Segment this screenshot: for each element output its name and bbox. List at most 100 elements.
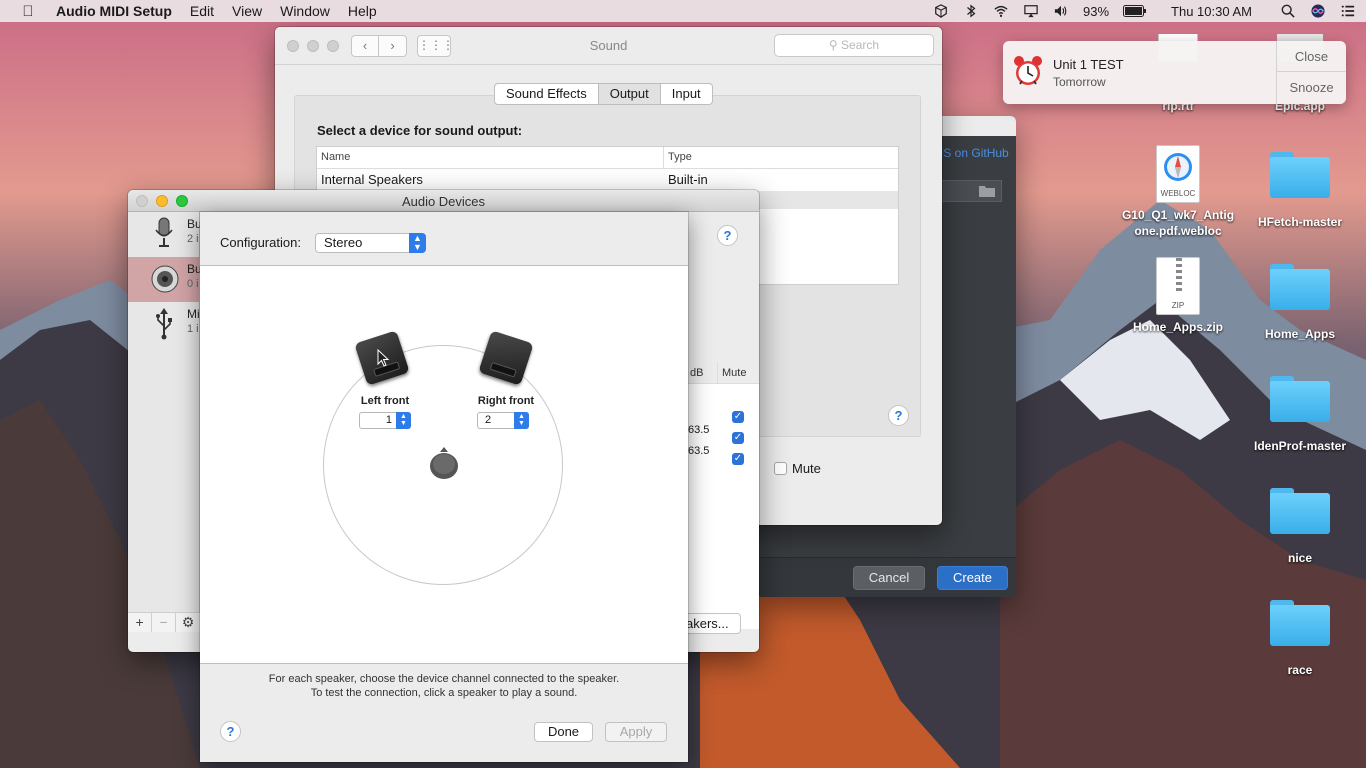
zipper-icon <box>1176 258 1182 292</box>
left-front-channel-select[interactable]: 1 ▲ ▼ <box>359 412 411 429</box>
folder-icon[interactable] <box>979 185 995 197</box>
webloc-badge: WEBLOC <box>1160 189 1196 198</box>
siri-icon[interactable] <box>1310 4 1326 18</box>
configuration-value: Stereo <box>324 235 363 250</box>
desktop-folder-race[interactable]: race <box>1235 600 1365 678</box>
webloc-document-icon: WEBLOC <box>1156 145 1200 203</box>
select-arrows-icon: ▲ ▼ <box>514 412 529 429</box>
desktop-folder-hfetch[interactable]: HFetch-master <box>1235 152 1365 230</box>
mute-checkbox[interactable]: ✓ <box>732 411 744 423</box>
window-title: Audio Devices <box>401 194 486 209</box>
column-mute-header: Mute <box>722 367 747 379</box>
gear-icon[interactable]: ⚙ <box>176 613 200 632</box>
right-front-channel-select[interactable]: 2 ▲ ▼ <box>477 412 529 429</box>
folder-icon <box>1270 600 1330 646</box>
search-input[interactable]: ⚲ Search <box>774 34 934 57</box>
bluetooth-icon[interactable] <box>963 4 979 18</box>
zip-document-icon: ZIP <box>1156 257 1200 315</box>
create-button[interactable]: Create <box>937 566 1008 590</box>
sidebar-item-built-in-microphone[interactable]: Bu 2 i <box>128 212 202 257</box>
table-row: 63.5 <box>686 441 759 462</box>
device-label: Mi <box>187 307 200 321</box>
sidebar-toolbar: + − ⚙ <box>128 612 200 632</box>
select-arrows-icon: ▲ ▼ <box>409 233 426 253</box>
volume-table-header: dB Mute <box>686 362 759 384</box>
menu-window[interactable]: Window <box>280 3 330 19</box>
listener-head-icon <box>430 447 458 479</box>
left-front-label: Left front <box>360 395 410 407</box>
column-name-header[interactable]: Name <box>317 147 664 168</box>
configuration-label: Configuration: <box>220 235 301 250</box>
folder-icon <box>1270 488 1330 534</box>
add-device-button[interactable]: + <box>128 613 153 632</box>
mute-checkbox[interactable]: ✓ <box>732 453 744 465</box>
sidebar-item-midi-device[interactable]: Mi 1 i <box>128 302 200 347</box>
airplay-icon[interactable] <box>1023 4 1039 18</box>
menu-view[interactable]: View <box>232 3 262 19</box>
right-front-label: Right front <box>477 395 535 407</box>
menu-help[interactable]: Help <box>348 3 377 19</box>
db-value: 63.5 <box>688 445 710 457</box>
notification-close-button[interactable]: Close <box>1277 41 1346 72</box>
column-db-header: dB <box>686 362 718 383</box>
wifi-icon[interactable] <box>993 4 1009 18</box>
db-value: 63.5 <box>688 424 710 436</box>
done-button[interactable]: Done <box>534 722 593 742</box>
menubar-clock[interactable]: Thu 10:30 AM <box>1171 4 1252 19</box>
help-button[interactable]: ? <box>717 225 738 246</box>
select-arrows-icon: ▲ ▼ <box>396 412 411 429</box>
menu-edit[interactable]: Edit <box>190 3 214 19</box>
speaker-layout-area: Left front Right front 1 ▲ ▼ 2 ▲ ▼ <box>200 265 688 664</box>
battery-percent: 93% <box>1083 3 1110 19</box>
notification-center-icon[interactable] <box>1340 4 1356 18</box>
device-channels: 2 i <box>187 233 199 245</box>
spotlight-search-icon[interactable] <box>1280 4 1296 18</box>
notification-snooze-button[interactable]: Snooze <box>1277 72 1346 103</box>
mute-checkbox[interactable]: ✓ <box>732 432 744 444</box>
remove-device-button[interactable]: − <box>152 613 177 632</box>
desktop-folder-nice[interactable]: nice <box>1235 488 1365 566</box>
folder-icon <box>1270 152 1330 198</box>
configure-speakers-button[interactable]: akers... <box>686 613 741 634</box>
file-name-line-2: one.pdf.webloc <box>1134 224 1222 238</box>
device-type: Built-in <box>668 172 708 187</box>
sidebar-item-built-in-output[interactable]: Bu 0 i <box>128 257 202 302</box>
help-button[interactable]: ? <box>888 405 909 426</box>
folder-icon <box>1270 376 1330 422</box>
volume-table: 63.5 63.5 <box>686 384 759 629</box>
safari-compass-icon <box>1164 153 1192 181</box>
configuration-select[interactable]: Stereo ▲ ▼ <box>315 233 426 253</box>
desktop-file-zip[interactable]: ZIP Home_Apps.zip <box>1113 257 1243 335</box>
dropbox-icon[interactable] <box>933 4 949 18</box>
device-channels: 1 i <box>187 323 199 335</box>
speaker-icon <box>151 265 179 293</box>
tab-sound-effects[interactable]: Sound Effects <box>494 83 599 105</box>
column-type-header[interactable]: Type <box>664 147 692 168</box>
help-button[interactable]: ? <box>220 721 241 742</box>
desktop-folder-idenprof[interactable]: IdenProf-master <box>1235 376 1365 454</box>
channel-value: 1 <box>385 414 392 426</box>
battery-icon[interactable] <box>1123 5 1147 17</box>
mute-checkbox[interactable] <box>774 462 787 475</box>
search-icon: ⚲ <box>828 38 838 52</box>
github-link[interactable]: IS on GitHub <box>940 146 1009 160</box>
mute-label: Mute <box>792 461 821 476</box>
folder-icon <box>1270 264 1330 310</box>
device-name: Internal Speakers <box>321 172 423 187</box>
desktop-folder-home-apps[interactable]: Home_Apps <box>1235 264 1365 342</box>
apple-menu-icon[interactable]:  <box>0 3 56 20</box>
tab-output[interactable]: Output <box>598 83 661 105</box>
mute-control: Mute <box>774 461 821 476</box>
calendar-notification[interactable]: Unit 1 TEST Tomorrow Close Snooze <box>1003 41 1346 104</box>
menu-bar:  Audio MIDI Setup Edit View Window Help… <box>0 0 1366 22</box>
microphone-icon <box>155 217 173 247</box>
folder-path-field[interactable] <box>940 180 1002 202</box>
desktop-file-webloc[interactable]: WEBLOC G10_Q1_wk7_Antig one.pdf.webloc <box>1113 145 1243 239</box>
tab-input[interactable]: Input <box>660 83 713 105</box>
volume-icon[interactable] <box>1053 4 1069 18</box>
cancel-button[interactable]: Cancel <box>853 566 925 590</box>
apply-button[interactable]: Apply <box>605 722 667 742</box>
table-row[interactable]: Internal Speakers Built-in <box>317 169 898 191</box>
file-name-line-1: G10_Q1_wk7_Antig <box>1121 208 1235 222</box>
app-name-menu[interactable]: Audio MIDI Setup <box>56 3 172 19</box>
